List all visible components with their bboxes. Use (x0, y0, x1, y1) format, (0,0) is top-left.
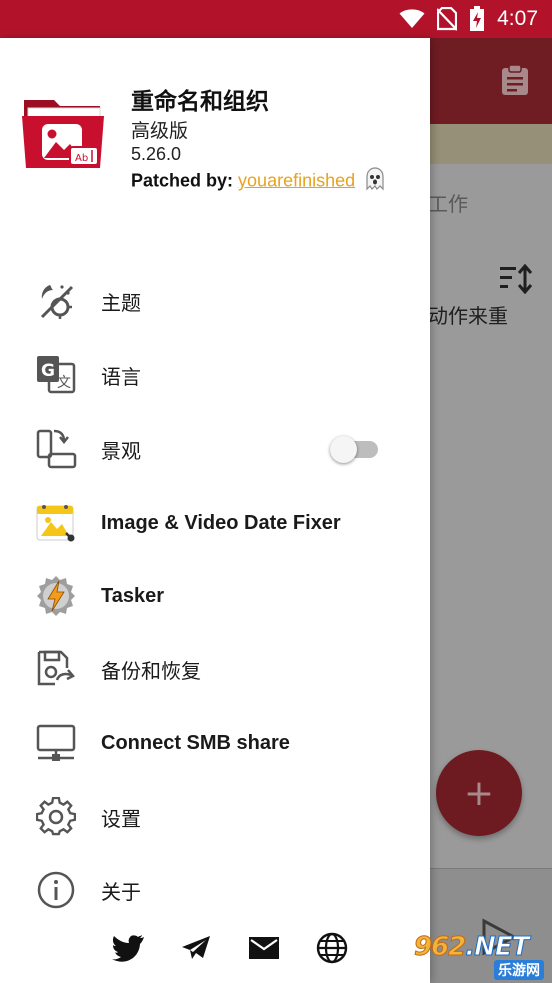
svg-text:G: G (41, 361, 55, 381)
gear-icon (34, 795, 78, 839)
menu-item-theme[interactable]: 主题 (0, 271, 430, 331)
menu-label: Image & Video Date Fixer (101, 511, 341, 534)
menu-item-backup-restore[interactable]: 备份和恢复 (0, 639, 430, 699)
menu-label: 关于 (101, 879, 141, 904)
ghost-icon (364, 167, 386, 196)
svg-text:文: 文 (57, 375, 71, 391)
patched-by-line: Patched by: youarefinished (131, 167, 386, 196)
menu-item-date-fixer[interactable]: Image & Video Date Fixer (0, 493, 430, 553)
battery-charging-icon (469, 6, 485, 32)
translate-icon: G文 (34, 353, 78, 397)
menu-label: 备份和恢复 (101, 658, 201, 683)
drawer-header: Ab 重命名和组织 高级版 5.26.0 Patched by: youaref… (0, 38, 430, 248)
mail-icon[interactable] (246, 930, 282, 966)
twitter-icon[interactable] (110, 930, 146, 966)
bg-toolbar (430, 38, 552, 124)
watermark-number: 962 (413, 932, 466, 963)
menu-label: 语言 (101, 364, 141, 389)
globe-icon[interactable] (314, 930, 350, 966)
app-logo-icon: Ab (20, 94, 110, 174)
menu-item-about[interactable]: 关于 (0, 860, 430, 920)
patched-by-label: Patched by: (131, 170, 234, 191)
sort-icon[interactable] (498, 263, 534, 298)
backup-restore-icon (34, 647, 78, 691)
app-version: 5.26.0 (131, 144, 182, 164)
patched-by-link[interactable]: youarefinished (238, 170, 355, 190)
menu-label: Connect SMB share (101, 731, 290, 754)
wifi-icon (399, 9, 425, 29)
screen-rotation-icon (34, 427, 78, 471)
status-bar: 4:07 (0, 0, 552, 38)
menu-item-tasker[interactable]: Tasker (0, 566, 430, 626)
menu-item-language[interactable]: G文 语言 (0, 345, 430, 405)
bg-text-2: 动作来重 (430, 304, 508, 328)
background-app[interactable]: 工作 动作来重 + (430, 38, 552, 983)
clipboard-icon[interactable] (500, 64, 530, 100)
watermark-net: .NET (465, 932, 530, 963)
add-fab-button[interactable]: + (436, 750, 522, 836)
landscape-toggle[interactable] (330, 435, 378, 463)
menu-label: 设置 (101, 806, 141, 831)
svg-text:Ab: Ab (75, 153, 88, 164)
no-sim-icon (437, 7, 458, 31)
watermark-logo: 962.NET 乐游网 (413, 930, 550, 980)
menu-label: 主题 (101, 290, 141, 315)
navigation-drawer: Ab 重命名和组织 高级版 5.26.0 Patched by: youaref… (0, 38, 430, 983)
telegram-icon[interactable] (178, 930, 214, 966)
menu-item-settings[interactable]: 设置 (0, 787, 430, 847)
watermark-top: 962.NET (413, 932, 530, 963)
info-icon (34, 868, 78, 912)
menu-item-smb-share[interactable]: Connect SMB share (0, 713, 430, 773)
social-links (0, 930, 430, 970)
app-title: 重命名和组织 (131, 89, 269, 115)
network-share-icon (34, 721, 78, 765)
app-edition: 高级版 (131, 120, 189, 142)
bg-text-1: 工作 (430, 192, 468, 216)
menu-label: 景观 (101, 438, 141, 463)
date-fixer-app-icon (34, 501, 78, 545)
tasker-app-icon (34, 574, 78, 618)
status-time: 4:07 (497, 7, 538, 30)
theme-icon (34, 279, 78, 323)
watermark-bottom: 乐游网 (494, 960, 544, 980)
menu-label: Tasker (101, 584, 165, 607)
menu-item-landscape[interactable]: 景观 (0, 419, 430, 479)
bg-banner (430, 124, 552, 164)
toggle-thumb (330, 436, 357, 463)
